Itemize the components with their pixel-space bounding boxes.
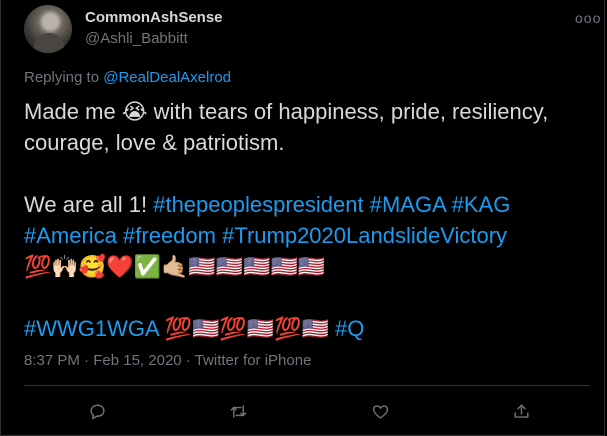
tweet-paragraph-2: We are all 1! #thepeoplespresident #MAGA…	[24, 189, 594, 282]
divider	[24, 385, 590, 386]
action-bar	[1, 396, 606, 426]
share-icon	[513, 403, 529, 418]
hashtag-q[interactable]: #Q	[329, 316, 364, 341]
crying-face-emoji: 😭	[121, 99, 148, 124]
tweet-meta: 8:37 PM · Feb 15, 2020 · Twitter for iPh…	[24, 352, 311, 369]
comment-icon	[89, 403, 105, 419]
meta-separator: ·	[181, 352, 195, 369]
tweet-text-part: We are all 1!	[24, 192, 154, 217]
like-button[interactable]	[365, 396, 395, 426]
meta-separator: ·	[79, 352, 94, 369]
avatar[interactable]	[24, 5, 72, 53]
replying-to-label: Replying to	[24, 69, 104, 86]
tweet-text: Made me 😭 with tears of happiness, pride…	[24, 96, 594, 344]
retweet-button[interactable]	[223, 396, 253, 426]
replying-to: Replying to @RealDealAxelrod	[24, 69, 231, 86]
tweet-text-part: Made me	[24, 99, 122, 124]
retweet-icon	[230, 404, 246, 418]
tweet-time[interactable]: 8:37 PM	[24, 352, 80, 369]
more-options-icon[interactable]: ooo	[575, 10, 601, 26]
tweet-date[interactable]: Feb 15, 2020	[93, 352, 181, 369]
tweet-paragraph-1: Made me 😭 with tears of happiness, pride…	[24, 96, 594, 158]
hashtag-wwg1wga[interactable]: #WWG1WGA	[24, 316, 165, 341]
share-button[interactable]	[506, 396, 536, 426]
reply-button[interactable]	[82, 396, 112, 426]
author-handle[interactable]: @Ashli_Babbitt	[85, 30, 188, 47]
tweet-paragraph-3: #WWG1WGA 💯🇺🇸💯🇺🇸💯🇺🇸 #Q	[24, 313, 594, 344]
author-name[interactable]: CommonAshSense	[85, 9, 223, 26]
replying-to-link[interactable]: @RealDealAxelrod	[103, 69, 231, 86]
emoji-row-2: 💯🇺🇸💯🇺🇸💯🇺🇸	[164, 316, 329, 341]
tweet-card: CommonAshSense @Ashli_Babbitt ooo Replyi…	[0, 0, 605, 436]
tweet-source[interactable]: Twitter for iPhone	[195, 352, 312, 369]
emoji-row: 💯🙌🏻🥰❤️✅🤙🏼🇺🇸🇺🇸🇺🇸🇺🇸🇺🇸	[24, 254, 326, 279]
heart-icon	[372, 404, 388, 419]
